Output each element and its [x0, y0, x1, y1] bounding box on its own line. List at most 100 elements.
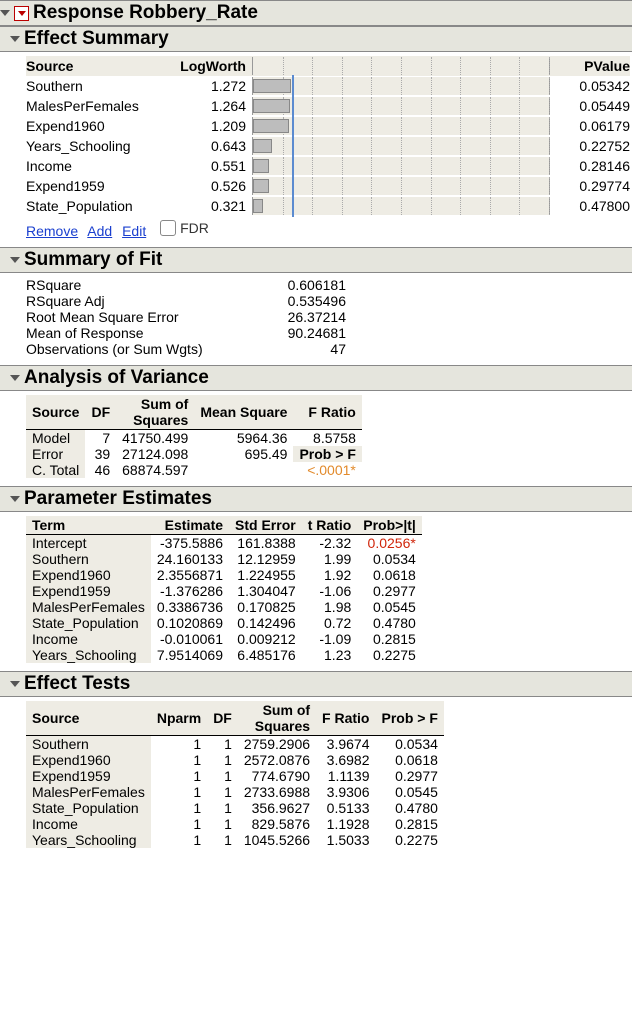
col-t: t Ratio — [302, 516, 358, 535]
col-f: F Ratio — [316, 701, 375, 736]
sof-row: Root Mean Square Error26.37214 — [26, 309, 630, 325]
sof-value: 0.606181 — [246, 277, 346, 293]
sof-value: 90.24681 — [246, 325, 346, 341]
sof-header: Summary of Fit — [0, 248, 632, 273]
anova-header: Analysis of Variance — [0, 366, 632, 391]
es-bar — [253, 179, 269, 193]
effect-summary-row: Years_Schooling0.6430.22752 — [26, 136, 630, 156]
col-est: Estimate — [151, 516, 229, 535]
es-pvalue: 0.28146 — [550, 158, 630, 174]
anova-row: Error3927124.098695.49Prob > F — [26, 446, 362, 462]
effect-summary-header: Effect Summary — [0, 27, 632, 52]
effect-summary-row: MalesPerFemales1.2640.05449 — [26, 96, 630, 116]
es-bar — [253, 119, 289, 133]
disclose-icon[interactable] — [0, 10, 10, 16]
es-source: State_Population — [26, 198, 176, 214]
es-pvalue: 0.05449 — [550, 98, 630, 114]
et-row: Southern112759.29063.96740.0534 — [26, 736, 444, 753]
es-logworth: 0.321 — [176, 198, 252, 214]
param-row: Expend1959-1.3762861.304047-1.060.2977 — [26, 583, 422, 599]
es-logworth: 1.264 — [176, 98, 252, 114]
es-bar — [253, 139, 272, 153]
sof-row: RSquare Adj0.535496 — [26, 293, 630, 309]
es-plot-cell — [252, 77, 550, 95]
sof-label: Observations (or Sum Wgts) — [26, 341, 246, 357]
sof-label: Mean of Response — [26, 325, 246, 341]
edit-link[interactable]: Edit — [122, 223, 146, 239]
sof-row: Observations (or Sum Wgts)47 — [26, 341, 630, 357]
sof-label: Root Mean Square Error — [26, 309, 246, 325]
col-source: Source — [26, 395, 85, 430]
param-row: MalesPerFemales0.33867360.1708251.980.05… — [26, 599, 422, 615]
es-source: Expend1960 — [26, 118, 176, 134]
param-row: Expend19602.35568711.2249551.920.0618 — [26, 567, 422, 583]
et-row: Expend1960112572.08763.69820.0618 — [26, 752, 444, 768]
param-row: Income-0.0100610.009212-1.090.2815 — [26, 631, 422, 647]
sof-row: Mean of Response90.24681 — [26, 325, 630, 341]
param-title: Parameter Estimates — [24, 488, 212, 510]
es-source: Southern — [26, 78, 176, 94]
disclose-icon[interactable] — [10, 36, 20, 42]
es-logworth: 0.643 — [176, 138, 252, 154]
param-row: Intercept-375.5886161.8388-2.320.0256* — [26, 535, 422, 552]
et-row: MalesPerFemales112733.69883.93060.0545 — [26, 784, 444, 800]
col-se: Std Error — [229, 516, 302, 535]
es-logworth: 1.209 — [176, 118, 252, 134]
et-row: Years_Schooling111045.52661.50330.2275 — [26, 832, 444, 848]
es-logworth: 1.272 — [176, 78, 252, 94]
effect-summary-row: Expend19590.5260.29774 — [26, 176, 630, 196]
es-plot-cell — [252, 97, 550, 115]
anova-row: C. Total4668874.597<.0001* — [26, 462, 362, 478]
effect-summary-title: Effect Summary — [24, 28, 169, 50]
sof-value: 26.37214 — [246, 309, 346, 325]
et-row: State_Population11356.96270.51330.4780 — [26, 800, 444, 816]
es-pvalue: 0.06179 — [550, 118, 630, 134]
sof-row: RSquare0.606181 — [26, 277, 630, 293]
es-plot-cell — [252, 137, 550, 155]
add-link[interactable]: Add — [87, 223, 112, 239]
effect-summary-row: Southern1.272 0.05342 — [26, 76, 630, 96]
anova-title: Analysis of Variance — [24, 367, 209, 389]
col-nparm: Nparm — [151, 701, 207, 736]
sof-body: RSquare0.606181RSquare Adj0.535496Root M… — [0, 273, 632, 365]
es-source: Expend1959 — [26, 178, 176, 194]
fdr-checkbox[interactable] — [160, 220, 176, 236]
col-p: Prob>|t| — [357, 516, 422, 535]
et-title: Effect Tests — [24, 673, 130, 695]
fdr-label: FDR — [180, 220, 209, 236]
sof-value: 47 — [246, 341, 346, 357]
col-ms: Mean Square — [194, 395, 293, 430]
effect-summary-row: State_Population0.321 0.47800 — [26, 196, 630, 216]
disclose-icon[interactable] — [10, 375, 20, 381]
response-header: Response Robbery_Rate — [0, 1, 632, 26]
es-pvalue: 0.47800 — [550, 198, 630, 214]
param-row: Southern24.16013312.129591.990.0534 — [26, 551, 422, 567]
remove-link[interactable]: Remove — [26, 223, 78, 239]
effect-summary-body: Source LogWorth PValue Southern1.2720.05… — [0, 52, 632, 247]
sof-value: 0.535496 — [246, 293, 346, 309]
es-pvalue: 0.05342 — [550, 78, 630, 94]
disclose-icon[interactable] — [10, 681, 20, 687]
sof-label: RSquare Adj — [26, 293, 246, 309]
es-bar — [253, 199, 263, 213]
et-row: Income11829.58761.19280.2815 — [26, 816, 444, 832]
es-plot-cell — [252, 117, 550, 135]
col-source: Source — [26, 701, 151, 736]
col-df: DF — [85, 395, 116, 430]
effect-summary-row: Income0.5510.28146 — [26, 156, 630, 176]
col-pvalue: PValue — [550, 58, 630, 74]
es-bar — [253, 99, 290, 113]
et-body: Source Nparm DF Sum ofSquares F Ratio Pr… — [0, 697, 632, 856]
param-row: Years_Schooling7.95140696.4851761.230.22… — [26, 647, 422, 663]
es-source: Years_Schooling — [26, 138, 176, 154]
es-bar — [253, 79, 291, 93]
param-body: Term Estimate Std Error t Ratio Prob>|t|… — [0, 512, 632, 671]
disclose-icon[interactable] — [10, 496, 20, 502]
es-plot-cell — [252, 177, 550, 195]
et-row: Expend195911774.67901.11390.2977 — [26, 768, 444, 784]
disclose-icon[interactable] — [10, 257, 20, 263]
redbox-icon[interactable] — [14, 6, 29, 21]
col-ss: Sum ofSquares — [116, 395, 194, 430]
es-logworth: 0.526 — [176, 178, 252, 194]
et-header: Effect Tests — [0, 672, 632, 697]
